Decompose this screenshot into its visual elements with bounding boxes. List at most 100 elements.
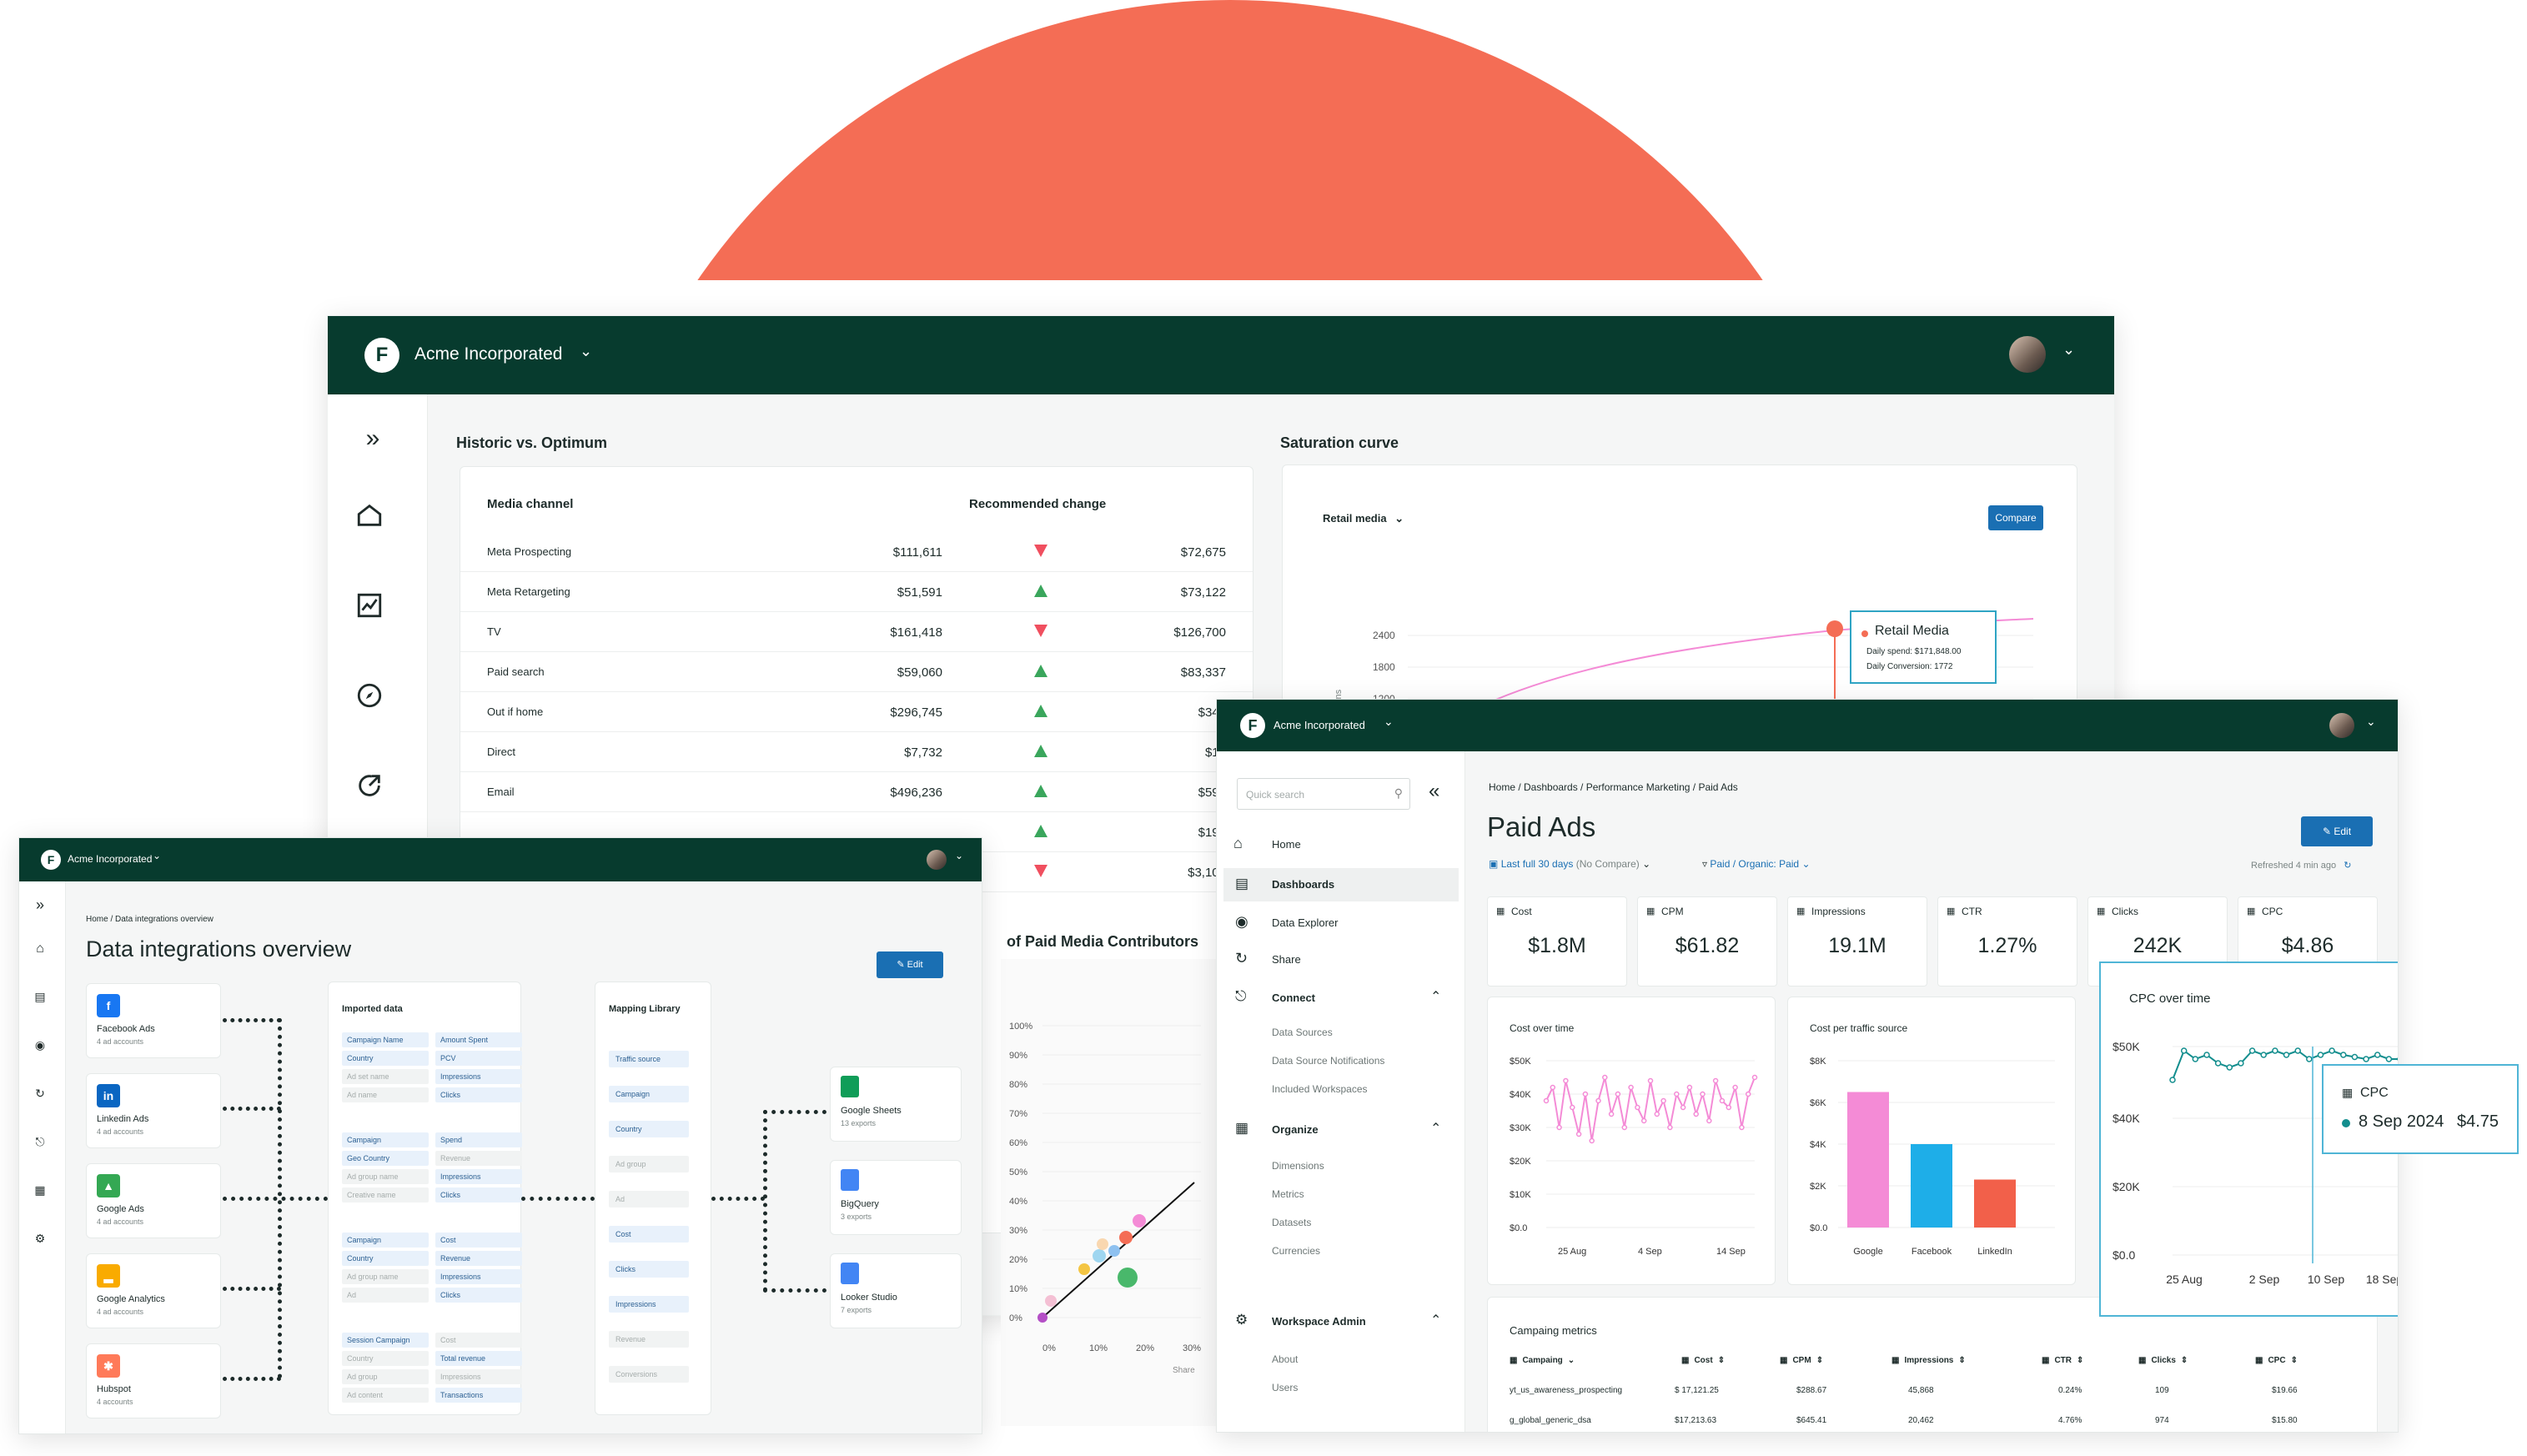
- column-header[interactable]: ▦ CPC ⇕: [2255, 1356, 2298, 1365]
- chevron-down-icon[interactable]: ⌄: [580, 343, 592, 360]
- field-chip[interactable]: Ad group: [342, 1369, 429, 1384]
- avatar[interactable]: [2009, 336, 2046, 373]
- mapping-chip[interactable]: Clicks: [609, 1261, 689, 1278]
- nav-about[interactable]: About: [1272, 1353, 1298, 1365]
- paid-filter[interactable]: ▿ Paid / Organic: Paid ⌄: [1702, 858, 1811, 870]
- field-chip[interactable]: Impressions: [435, 1369, 522, 1384]
- nav-included-workspaces[interactable]: Included Workspaces: [1272, 1083, 1368, 1095]
- field-chip[interactable]: Ad group name: [342, 1269, 429, 1284]
- source-card[interactable]: in Linkedin Ads 4 ad accounts: [86, 1073, 221, 1148]
- nav-datasets[interactable]: Datasets: [1272, 1217, 1311, 1228]
- mapping-chip[interactable]: Conversions: [609, 1366, 689, 1383]
- nav-source-notifications[interactable]: Data Source Notifications: [1272, 1055, 1384, 1067]
- field-chip[interactable]: Cost: [435, 1233, 522, 1248]
- field-chip[interactable]: PCV: [435, 1051, 522, 1066]
- field-chip[interactable]: Ad name: [342, 1087, 429, 1102]
- nav-share[interactable]: ↻ Share: [1233, 945, 1459, 975]
- org-name[interactable]: Acme Incorporated: [1274, 719, 1365, 731]
- organize-icon[interactable]: ▦: [28, 1183, 53, 1197]
- expand-icon[interactable]: »: [356, 424, 389, 453]
- field-chip[interactable]: Campaign Name: [342, 1032, 429, 1047]
- nav-currencies[interactable]: Currencies: [1272, 1245, 1320, 1257]
- chevron-down-icon[interactable]: ⌄: [153, 850, 161, 861]
- field-chip[interactable]: Spend: [435, 1132, 522, 1147]
- mapping-chip[interactable]: Revenue: [609, 1331, 689, 1348]
- chevron-down-icon[interactable]: ⌄: [2062, 341, 2075, 359]
- chevron-down-icon[interactable]: ⌄: [2366, 715, 2376, 729]
- nav-admin[interactable]: ⚙ Workspace Admin ⌃: [1233, 1307, 1459, 1337]
- home-icon[interactable]: ⌂: [28, 941, 53, 956]
- mapping-chip[interactable]: Impressions: [609, 1296, 689, 1313]
- field-chip[interactable]: Transactions: [435, 1388, 522, 1403]
- field-chip[interactable]: Clicks: [435, 1187, 522, 1202]
- edit-button[interactable]: ✎ Edit: [877, 951, 943, 978]
- field-chip[interactable]: Country: [342, 1051, 429, 1066]
- field-chip[interactable]: Ad set name: [342, 1069, 429, 1084]
- nav-organize[interactable]: ▦ Organize ⌃: [1233, 1115, 1459, 1145]
- source-card[interactable]: ▂ Google Analytics 4 ad accounts: [86, 1253, 221, 1328]
- collapse-icon[interactable]: «: [1429, 780, 1439, 803]
- field-chip[interactable]: Total revenue: [435, 1351, 522, 1366]
- column-header[interactable]: ▦ CTR ⇕: [2042, 1356, 2083, 1365]
- field-chip[interactable]: Clicks: [435, 1087, 522, 1102]
- field-chip[interactable]: Clicks: [435, 1288, 522, 1303]
- share-icon[interactable]: [353, 771, 386, 800]
- nav-users[interactable]: Users: [1272, 1382, 1298, 1393]
- field-chip[interactable]: Ad content: [342, 1388, 429, 1403]
- nav-metrics[interactable]: Metrics: [1272, 1188, 1304, 1200]
- field-chip[interactable]: Ad group name: [342, 1169, 429, 1184]
- field-chip[interactable]: Campaign: [342, 1132, 429, 1147]
- nav-data-sources[interactable]: Data Sources: [1272, 1027, 1333, 1038]
- field-chip[interactable]: Creative name: [342, 1187, 429, 1202]
- field-chip[interactable]: Cost: [435, 1333, 522, 1348]
- field-chip[interactable]: Revenue: [435, 1151, 522, 1166]
- field-chip[interactable]: Campaign: [342, 1233, 429, 1248]
- mapping-chip[interactable]: Ad: [609, 1191, 689, 1207]
- field-chip[interactable]: Revenue: [435, 1251, 522, 1266]
- expand-icon[interactable]: »: [28, 896, 53, 914]
- column-header[interactable]: ▦ Campaing ⌄: [1510, 1356, 1575, 1365]
- gear-icon[interactable]: ⚙: [28, 1232, 53, 1246]
- chevron-down-icon[interactable]: ⌄: [1384, 715, 1394, 729]
- mapping-chip[interactable]: Traffic source: [609, 1051, 689, 1067]
- logo-icon[interactable]: F: [364, 338, 399, 373]
- home-icon[interactable]: [353, 501, 386, 530]
- field-chip[interactable]: Impressions: [435, 1069, 522, 1084]
- avatar[interactable]: [2329, 713, 2354, 738]
- nav-connect[interactable]: ⎋ Connect ⌃: [1233, 983, 1459, 1013]
- field-chip[interactable]: Impressions: [435, 1169, 522, 1184]
- chevron-down-icon[interactable]: ⌄: [955, 850, 963, 861]
- breadcrumb[interactable]: Home / Data integrations overview: [86, 915, 214, 924]
- field-chip[interactable]: Country: [342, 1351, 429, 1366]
- search-input[interactable]: Quick search ⚲: [1237, 778, 1410, 810]
- field-chip[interactable]: Amount Spent: [435, 1032, 522, 1047]
- column-header[interactable]: ▦ Impressions ⇕: [1891, 1356, 1966, 1365]
- compass-icon[interactable]: [353, 681, 386, 710]
- source-card[interactable]: ✱ Hubspot 4 accounts: [86, 1343, 221, 1418]
- export-card[interactable]: BigQuery 3 exports: [830, 1160, 962, 1235]
- nav-dashboards[interactable]: ▤ Dashboards: [1223, 868, 1459, 901]
- nav-explorer[interactable]: ◉ Data Explorer: [1233, 908, 1459, 938]
- field-chip[interactable]: Impressions: [435, 1269, 522, 1284]
- org-name[interactable]: Acme Incorporated: [414, 344, 562, 364]
- breadcrumb[interactable]: Home / Dashboards / Performance Marketin…: [1489, 781, 1738, 793]
- chart-icon[interactable]: [353, 591, 386, 620]
- field-chip[interactable]: Session Campaign: [342, 1333, 429, 1348]
- plug-icon[interactable]: ⎋: [28, 1135, 53, 1149]
- org-name[interactable]: Acme Incorporated: [68, 853, 152, 865]
- refresh-icon[interactable]: ↻: [2344, 861, 2351, 871]
- mapping-chip[interactable]: Cost: [609, 1226, 689, 1243]
- field-chip[interactable]: Country: [342, 1251, 429, 1266]
- compass-icon[interactable]: ◉: [28, 1038, 53, 1052]
- field-chip[interactable]: Geo Country: [342, 1151, 429, 1166]
- column-header[interactable]: ▦ CPM ⇕: [1780, 1356, 1823, 1365]
- export-card[interactable]: Looker Studio 7 exports: [830, 1253, 962, 1328]
- nav-home[interactable]: ⌂ Home: [1233, 830, 1459, 860]
- source-card[interactable]: f Facebook Ads 4 ad accounts: [86, 983, 221, 1058]
- nav-dimensions[interactable]: Dimensions: [1272, 1160, 1324, 1172]
- mapping-chip[interactable]: Country: [609, 1121, 689, 1137]
- date-filter[interactable]: ▣ Last full 30 days (No Compare) ⌄: [1489, 858, 1650, 870]
- column-header[interactable]: ▦ Clicks ⇕: [2138, 1356, 2188, 1365]
- logo-icon[interactable]: F: [1240, 713, 1265, 738]
- column-header[interactable]: ▦ Cost ⇕: [1681, 1356, 1725, 1365]
